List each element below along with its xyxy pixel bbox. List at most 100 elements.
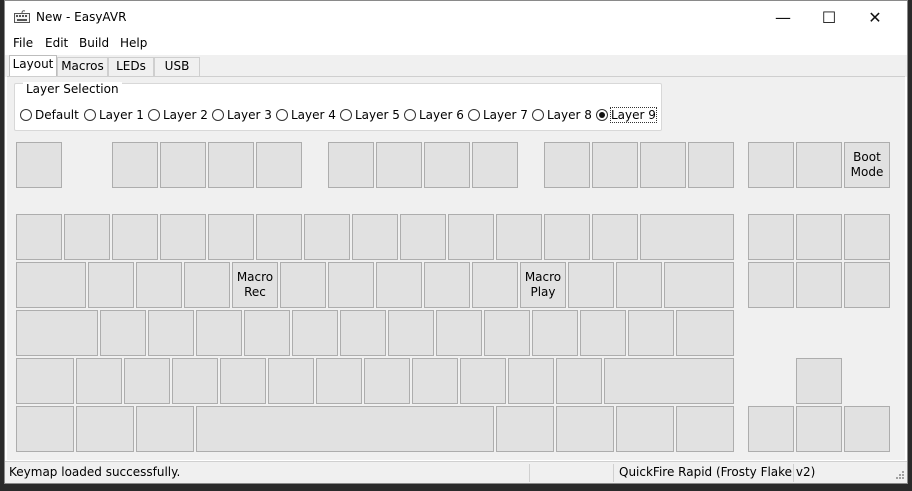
key-button[interactable] <box>496 214 542 260</box>
close-button[interactable]: ✕ <box>852 1 898 33</box>
key-button[interactable] <box>16 262 86 308</box>
key-button[interactable] <box>112 142 158 188</box>
layer-radio-layer-5[interactable]: Layer 5 <box>340 107 400 123</box>
key-button[interactable] <box>532 310 578 356</box>
key-button[interactable] <box>472 262 518 308</box>
key-macro-play[interactable]: Macro Play <box>520 262 566 308</box>
key-button[interactable] <box>256 142 302 188</box>
key-button[interactable] <box>796 406 842 452</box>
key-button[interactable] <box>676 310 734 356</box>
layer-radio-layer-6[interactable]: Layer 6 <box>404 107 464 123</box>
key-button[interactable] <box>796 142 842 188</box>
key-button[interactable] <box>76 406 134 452</box>
key-button[interactable] <box>16 310 98 356</box>
layer-radio-layer-8[interactable]: Layer 8 <box>532 107 592 123</box>
key-button[interactable] <box>748 214 794 260</box>
maximize-button[interactable]: ☐ <box>806 1 852 33</box>
key-button[interactable] <box>340 310 386 356</box>
key-button[interactable] <box>64 214 110 260</box>
key-button[interactable] <box>376 262 422 308</box>
key-button[interactable] <box>676 406 734 452</box>
key-button[interactable] <box>844 262 890 308</box>
tab-layout[interactable]: Layout <box>9 55 57 77</box>
key-button[interactable] <box>544 214 590 260</box>
key-button[interactable] <box>424 142 470 188</box>
layer-radio-layer-2[interactable]: Layer 2 <box>148 107 208 123</box>
key-button[interactable] <box>688 142 734 188</box>
key-button[interactable] <box>220 358 266 404</box>
key-button[interactable] <box>160 214 206 260</box>
key-button[interactable] <box>208 142 254 188</box>
tab-macros[interactable]: Macros <box>57 57 108 76</box>
key-button[interactable] <box>76 358 122 404</box>
key-button[interactable] <box>580 310 626 356</box>
minimize-button[interactable]: — <box>760 1 806 33</box>
key-button[interactable] <box>328 262 374 308</box>
key-button[interactable] <box>352 214 398 260</box>
key-button[interactable] <box>280 262 326 308</box>
key-button[interactable] <box>184 262 230 308</box>
key-button[interactable] <box>364 358 410 404</box>
key-button[interactable] <box>388 310 434 356</box>
layer-radio-layer-1[interactable]: Layer 1 <box>84 107 144 123</box>
key-button[interactable] <box>844 214 890 260</box>
key-button[interactable] <box>196 406 494 452</box>
key-button[interactable] <box>460 358 506 404</box>
key-button[interactable] <box>628 310 674 356</box>
key-button[interactable] <box>592 214 638 260</box>
key-button[interactable] <box>484 310 530 356</box>
layer-radio-default[interactable]: Default <box>20 107 79 123</box>
layer-radio-layer-9[interactable]: Layer 9 <box>596 107 657 123</box>
key-button[interactable] <box>196 310 242 356</box>
key-button[interactable] <box>568 262 614 308</box>
tab-leds[interactable]: LEDs <box>108 57 154 76</box>
key-button[interactable] <box>124 358 170 404</box>
key-button[interactable] <box>172 358 218 404</box>
key-button[interactable] <box>244 310 290 356</box>
key-button[interactable] <box>148 310 194 356</box>
layer-radio-layer-3[interactable]: Layer 3 <box>212 107 272 123</box>
menu-build[interactable]: Build <box>79 36 109 50</box>
key-button[interactable] <box>796 358 842 404</box>
key-button[interactable] <box>304 214 350 260</box>
key-button[interactable] <box>640 142 686 188</box>
key-button[interactable] <box>664 262 734 308</box>
key-button[interactable] <box>136 262 182 308</box>
key-button[interactable] <box>508 358 554 404</box>
menu-edit[interactable]: Edit <box>45 36 68 50</box>
key-button[interactable] <box>496 406 554 452</box>
layer-radio-layer-4[interactable]: Layer 4 <box>276 107 336 123</box>
key-button[interactable] <box>16 358 74 404</box>
key-button[interactable] <box>604 358 734 404</box>
key-button[interactable] <box>400 214 446 260</box>
menu-file[interactable]: File <box>13 36 33 50</box>
title-bar[interactable]: New - EasyAVR — ☐ ✕ <box>5 1 907 34</box>
key-button[interactable] <box>316 358 362 404</box>
key-button[interactable] <box>328 142 374 188</box>
key-button[interactable] <box>796 214 842 260</box>
key-button[interactable] <box>748 142 794 188</box>
key-button[interactable] <box>424 262 470 308</box>
key-button[interactable] <box>256 214 302 260</box>
menu-help[interactable]: Help <box>120 36 147 50</box>
key-button[interactable] <box>448 214 494 260</box>
key-macro-rec[interactable]: Macro Rec <box>232 262 278 308</box>
key-button[interactable] <box>136 406 194 452</box>
key-button[interactable] <box>160 142 206 188</box>
key-button[interactable] <box>748 406 794 452</box>
key-button[interactable] <box>844 406 890 452</box>
resize-grip-icon[interactable] <box>893 470 905 482</box>
tab-usb[interactable]: USB <box>154 57 200 76</box>
key-button[interactable] <box>544 142 590 188</box>
key-button[interactable] <box>796 262 842 308</box>
key-button[interactable] <box>640 214 734 260</box>
key-button[interactable] <box>556 406 614 452</box>
key-button[interactable] <box>472 142 518 188</box>
key-button[interactable] <box>292 310 338 356</box>
key-button[interactable] <box>88 262 134 308</box>
key-button[interactable] <box>748 262 794 308</box>
key-button[interactable] <box>436 310 482 356</box>
key-button[interactable] <box>268 358 314 404</box>
key-button[interactable] <box>16 406 74 452</box>
key-button[interactable] <box>16 214 62 260</box>
